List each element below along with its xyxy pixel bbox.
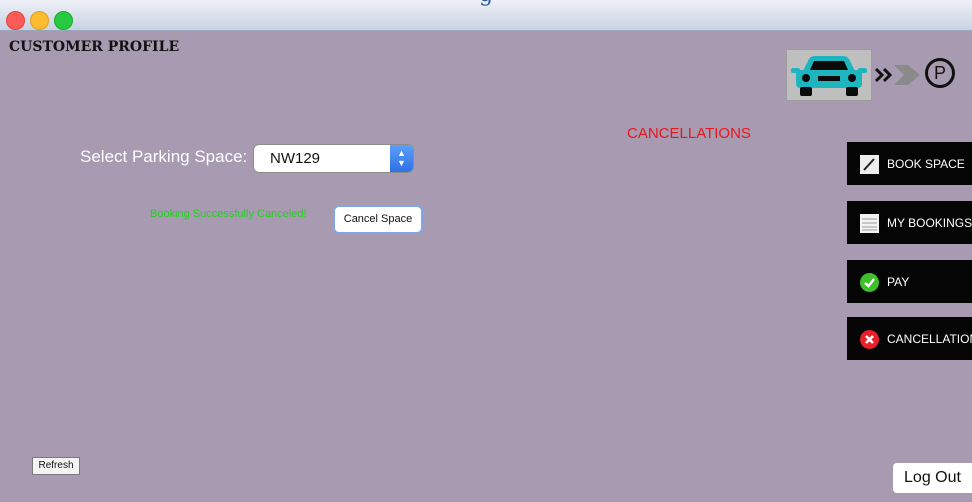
refresh-button[interactable]: Refresh [32, 457, 80, 475]
check-circle-icon [860, 273, 879, 292]
window-titlebar: g [0, 0, 972, 31]
select-arrows-icon: ▲ ▼ [390, 145, 413, 172]
parking-space-value: NW129 [270, 150, 321, 167]
sidebar-item-label: PAY [887, 275, 910, 289]
page-title: CUSTOMER PROFILE [9, 39, 180, 55]
sidebar-item-pay[interactable]: PAY [847, 260, 972, 303]
select-parking-label: Select Parking Space: [80, 147, 248, 166]
parking-space-select[interactable]: NW129 ▲ ▼ [253, 144, 414, 173]
parking-icon: P [925, 58, 955, 88]
sidebar-item-label: CANCELLATIONS [887, 332, 972, 346]
car-logo [786, 49, 872, 101]
minimize-window-button[interactable] [30, 11, 49, 30]
sidebar-item-cancellations[interactable]: CANCELLATIONS [847, 317, 972, 360]
sidebar-item-book-space[interactable]: BOOK SPACE [847, 142, 972, 185]
log-out-button[interactable]: Log Out [893, 463, 972, 493]
x-circle-icon [860, 330, 879, 349]
sidebar-item-label: MY BOOKINGS [887, 216, 972, 230]
car-icon [791, 56, 867, 96]
sidebar-item-label: BOOK SPACE [887, 157, 965, 171]
zoom-window-button[interactable] [54, 11, 73, 30]
sidebar-item-my-bookings[interactable]: MY BOOKINGS [847, 201, 972, 244]
customer-profile-panel: CUSTOMER PROFILE P CANCELLATIONS Select … [0, 31, 972, 502]
status-message: Booking Successfully Canceled! [150, 208, 307, 220]
section-title: CANCELLATIONS [627, 125, 751, 142]
window-title: g [0, 0, 972, 7]
list-icon [860, 214, 879, 233]
pencil-icon [860, 155, 879, 174]
arrows-icon [874, 65, 920, 85]
close-window-button[interactable] [6, 11, 25, 30]
cancel-space-button[interactable]: Cancel Space [333, 205, 423, 234]
